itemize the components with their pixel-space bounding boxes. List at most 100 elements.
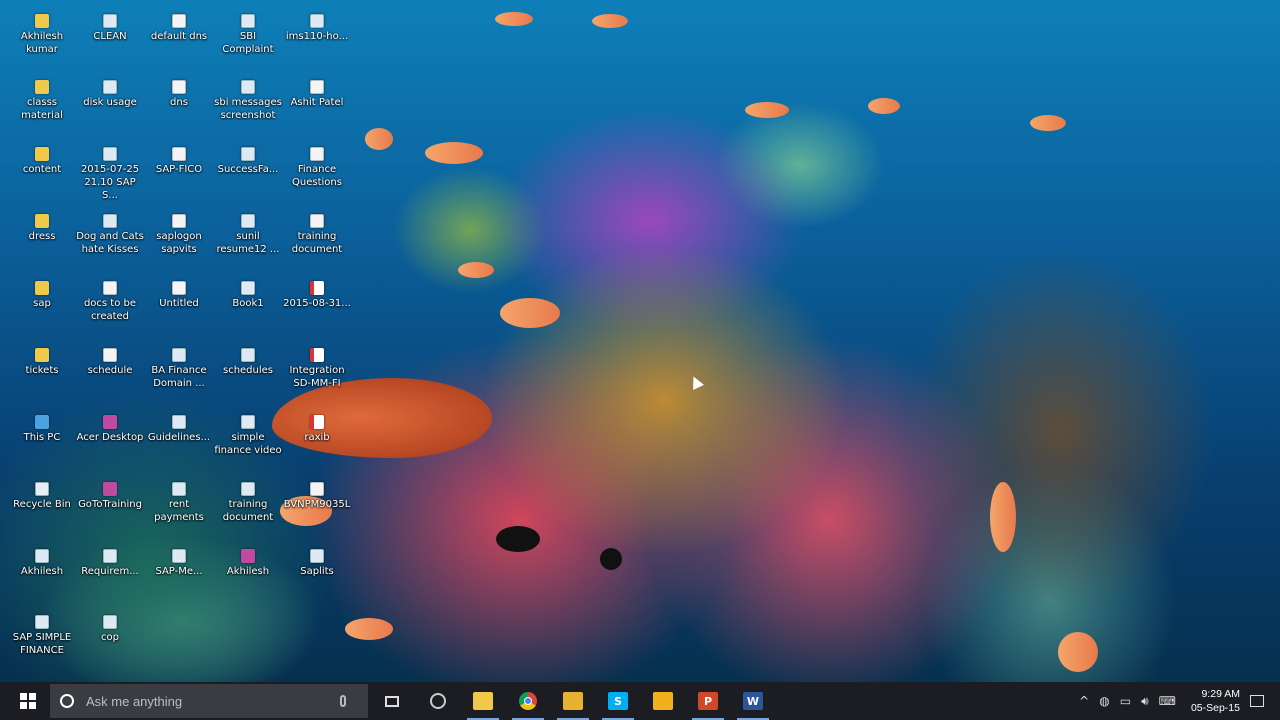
shortcut-icon	[241, 14, 255, 28]
desktop-icon[interactable]: sap	[8, 275, 76, 339]
chevron-up-icon[interactable]: ^	[1079, 694, 1089, 708]
wallpaper-fish	[458, 262, 494, 278]
desktop-icon[interactable]: classs material	[8, 74, 76, 138]
desktop-icon[interactable]: docs to be created	[76, 275, 144, 339]
desktop-icon[interactable]: sunil resume12 ...	[214, 208, 282, 272]
pdf-icon	[310, 415, 324, 429]
desktop-icon[interactable]: raxib	[283, 409, 351, 473]
desktop-icon[interactable]: Integration SD-MM-FI	[283, 342, 351, 406]
desktop-icon[interactable]: SAP-Me...	[145, 543, 213, 607]
shortcut-icon	[310, 14, 324, 28]
desktop-icon-label: Book1	[232, 298, 264, 309]
desktop-icon[interactable]: Untitled	[145, 275, 213, 339]
desktop-icon[interactable]: dress	[8, 208, 76, 272]
desktop-icon[interactable]: saplogon sapvits	[145, 208, 213, 272]
desktop-icon[interactable]: content	[8, 141, 76, 205]
desktop-icon[interactable]: CLEAN	[76, 8, 144, 72]
desktop-icon[interactable]: Book1	[214, 275, 282, 339]
clock[interactable]: 9:29 AM 05-Sep-15	[1191, 687, 1240, 715]
desktop-icon[interactable]: Guidelines...	[145, 409, 213, 473]
desktop-icon[interactable]: default dns	[145, 8, 213, 72]
taskbar-word[interactable]: W	[733, 682, 773, 720]
desktop-icon-label: content	[22, 164, 62, 175]
desktop-icon[interactable]: BA Finance Domain ...	[145, 342, 213, 406]
search-input[interactable]	[84, 692, 328, 710]
desktop-icon[interactable]: rent payments	[145, 476, 213, 540]
shortcut-icon	[172, 549, 186, 563]
action-icon[interactable]: ▭	[1120, 694, 1131, 708]
desktop-icon[interactable]: training document	[283, 208, 351, 272]
desktop-icon[interactable]: This PC	[8, 409, 76, 473]
desktop-icon[interactable]: ims110-ho...	[283, 8, 351, 72]
desktop-icon-label: training document	[291, 231, 343, 255]
app-icon	[103, 415, 117, 429]
desktop-icon[interactable]: training document	[214, 476, 282, 540]
desktop-icon-label: SBI Complaint	[222, 31, 274, 55]
microphone-icon[interactable]	[340, 695, 346, 707]
desktop-icon[interactable]: 2015-07-25 21.10 SAP S...	[76, 141, 144, 205]
desktop-icon[interactable]: Acer Desktop	[76, 409, 144, 473]
desktop-icon[interactable]: GoToTraining	[76, 476, 144, 540]
cortana-search-box[interactable]	[50, 684, 368, 718]
desktop-icon-label: SuccessFa...	[217, 164, 279, 175]
powerpoint-icon: P	[698, 692, 718, 710]
desktop-icon[interactable]: Requirem...	[76, 543, 144, 607]
desktop-icon[interactable]: Akhilesh	[8, 543, 76, 607]
desktop-icon[interactable]: dns	[145, 74, 213, 138]
taskbar-cortana-search-app[interactable]	[418, 682, 458, 720]
desktop-icon[interactable]: Saplits	[283, 543, 351, 607]
doc-icon	[172, 14, 186, 28]
desktop-icon[interactable]: SuccessFa...	[214, 141, 282, 205]
desktop-icon[interactable]: cop	[76, 609, 144, 673]
desktop-icon[interactable]: Ashit Patel	[283, 74, 351, 138]
desktop-icon[interactable]: tickets	[8, 342, 76, 406]
desktop-icon[interactable]: Dog and Cats hate Kisses	[76, 208, 144, 272]
taskbar-skype[interactable]: S	[598, 682, 638, 720]
desktop-icon[interactable]: Finance Questions	[283, 141, 351, 205]
app-icon	[103, 482, 117, 496]
doc-icon	[172, 147, 186, 161]
desktop-icon[interactable]: sbi messages screenshot	[214, 74, 282, 138]
desktop-icon-label: sap	[33, 298, 51, 309]
shortcut-icon	[241, 147, 255, 161]
desktop-icon[interactable]: schedule	[76, 342, 144, 406]
desktop-icon-label: rent payments	[154, 499, 204, 523]
desktop-icon[interactable]: 2015-08-31...	[283, 275, 351, 339]
desktop-icon-label: GoToTraining	[78, 499, 142, 510]
doc-icon	[310, 482, 324, 496]
taskbar: S P W ^ ◍ ▭ 🔊︎ ⌨︎ 9:29 AM 05-Sep-15	[0, 682, 1280, 720]
desktop-icon-label: sbi messages screenshot	[214, 97, 282, 121]
taskbar-chrome[interactable]	[508, 682, 548, 720]
folder-icon	[35, 147, 49, 161]
wallpaper-fish	[600, 548, 622, 570]
desktop-icon-label: 2015-08-31...	[283, 298, 351, 309]
desktop-icon[interactable]: Akhilesh kumar	[8, 8, 76, 72]
desktop-icon-label: SAP-FICO	[155, 164, 203, 175]
desktop-icon[interactable]: simple finance video	[214, 409, 282, 473]
taskbar-file-explorer[interactable]	[463, 682, 503, 720]
shortcut-icon	[241, 415, 255, 429]
desktop-icon[interactable]: disk usage	[76, 74, 144, 138]
desktop-icon[interactable]: SAP SIMPLE FINANCE	[8, 609, 76, 673]
desktop-icon[interactable]: SBI Complaint	[214, 8, 282, 72]
volume-icon[interactable]: 🔊︎	[1141, 694, 1149, 709]
wallpaper-fish	[425, 142, 483, 164]
network-icon[interactable]: ◍	[1099, 694, 1109, 708]
desktop-icon[interactable]: SAP-FICO	[145, 141, 213, 205]
task-view-button[interactable]	[380, 682, 404, 720]
desktop-icon[interactable]: Akhilesh	[214, 543, 282, 607]
desktop-icon[interactable]: schedules	[214, 342, 282, 406]
notifications-icon[interactable]	[1250, 695, 1264, 707]
taskbar-sticky-app[interactable]	[553, 682, 593, 720]
desktop-icon[interactable]: BVNPM9035L	[283, 476, 351, 540]
bin-icon	[35, 482, 49, 496]
shortcut-icon	[103, 147, 117, 161]
taskbar-powerpoint[interactable]: P	[688, 682, 728, 720]
shortcut-icon	[241, 348, 255, 362]
keyboard-icon[interactable]: ⌨︎	[1159, 694, 1176, 708]
wallpaper-fish	[365, 128, 393, 150]
taskbar-teamviewer-app[interactable]	[643, 682, 683, 720]
start-button[interactable]	[10, 682, 46, 720]
desktop-icon[interactable]: Recycle Bin	[8, 476, 76, 540]
shortcut-icon	[103, 14, 117, 28]
